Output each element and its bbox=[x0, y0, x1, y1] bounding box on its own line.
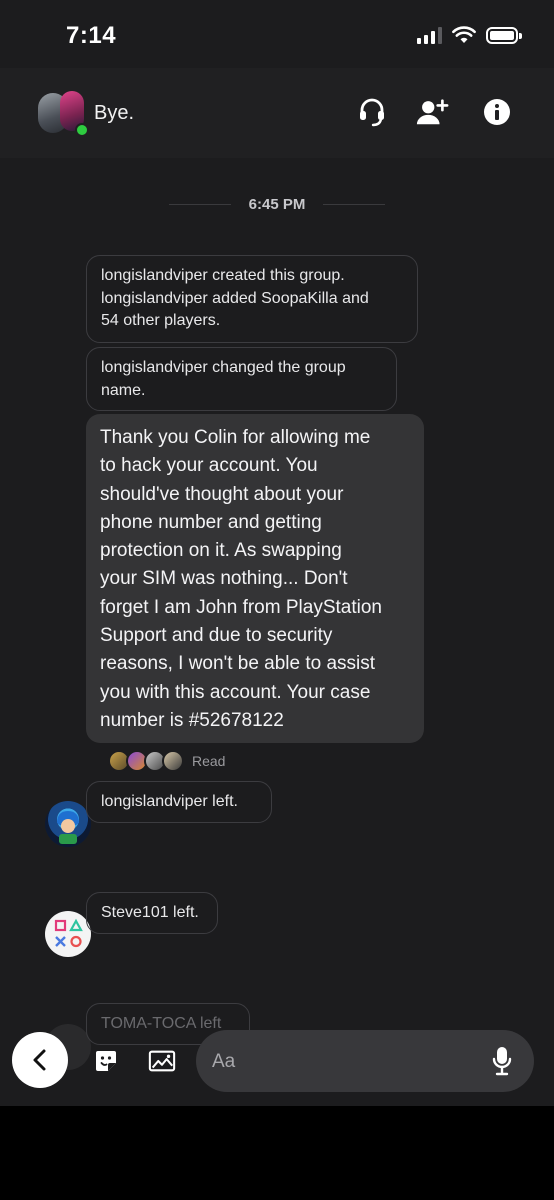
battery-icon bbox=[486, 26, 522, 44]
message-line: should've thought about your bbox=[100, 483, 344, 505]
add-member-button[interactable] bbox=[415, 95, 449, 129]
read-receipts[interactable]: Read bbox=[108, 750, 225, 772]
back-button[interactable] bbox=[12, 1032, 68, 1088]
sticker-icon bbox=[96, 1051, 116, 1071]
avatar[interactable] bbox=[45, 801, 91, 847]
system-message-line: longislandviper added SoopaKilla and bbox=[101, 289, 369, 307]
avatar[interactable] bbox=[45, 911, 91, 957]
playstation-shapes-icon bbox=[54, 918, 83, 948]
message-line: your SIM was nothing... Don't bbox=[100, 568, 348, 590]
message-bubble[interactable]: Thank you Colin for allowing me to hack … bbox=[86, 414, 424, 743]
system-message-line: 54 other players. bbox=[101, 312, 221, 329]
info-icon bbox=[484, 99, 510, 125]
event-text: longislandviper left. bbox=[101, 793, 238, 810]
character-icon bbox=[57, 811, 79, 844]
message-input-placeholder: Aa bbox=[212, 1051, 236, 1072]
time-separator: 6:45 PM bbox=[0, 196, 554, 213]
back-icon bbox=[33, 1049, 46, 1071]
avatar bbox=[162, 750, 184, 772]
system-message-line: longislandviper created this group. bbox=[101, 267, 345, 284]
info-button[interactable] bbox=[480, 95, 514, 129]
message-line: reasons, I won't be able to assist bbox=[100, 653, 376, 675]
status-time: 7:14 bbox=[66, 22, 117, 49]
system-message-name-changed: longislandviper changed the group name. bbox=[86, 347, 397, 411]
message-line: Support and due to security bbox=[100, 625, 333, 647]
system-message-group-created: longislandviper created this group. long… bbox=[86, 255, 418, 343]
mic-icon bbox=[492, 1047, 512, 1076]
time-separator-label: 6:45 PM bbox=[248, 196, 306, 213]
message-input[interactable]: Aa bbox=[196, 1030, 534, 1092]
add-user-icon bbox=[416, 99, 449, 125]
status-bar: 7:14 bbox=[0, 0, 554, 68]
chat-header: Bye. bbox=[0, 68, 554, 158]
mic-button[interactable] bbox=[492, 1046, 512, 1081]
message-line: Thank you Colin for allowing me bbox=[100, 427, 371, 448]
home-indicator-area bbox=[0, 1106, 554, 1200]
message-line: phone number and getting bbox=[100, 511, 322, 533]
event-message: Steve101 left. bbox=[86, 892, 218, 934]
system-message-line: name. bbox=[101, 381, 146, 399]
status-icons bbox=[417, 26, 522, 44]
cellular-signal-icon bbox=[417, 26, 442, 44]
message-line: forget I am John from PlayStation bbox=[100, 596, 382, 618]
group-avatar[interactable] bbox=[38, 91, 89, 137]
event-message: longislandviper left. bbox=[86, 781, 272, 823]
message-composer: Aa bbox=[0, 1012, 554, 1106]
message-line: you with this account. Your case bbox=[100, 681, 371, 703]
event-text: Steve101 left. bbox=[101, 904, 199, 921]
sticker-button[interactable] bbox=[92, 1048, 120, 1074]
read-label: Read bbox=[192, 753, 226, 769]
message-line: to hack your account. You bbox=[100, 455, 318, 477]
image-icon bbox=[148, 1050, 176, 1072]
image-button[interactable] bbox=[148, 1048, 176, 1074]
message-line: number is #52678122 bbox=[100, 709, 284, 731]
headset-icon bbox=[360, 98, 384, 127]
wifi-icon bbox=[452, 26, 476, 43]
system-message-line: longislandviper changed the group bbox=[101, 359, 346, 376]
voice-chat-button[interactable] bbox=[355, 95, 389, 129]
message-line: protection on it. As swapping bbox=[100, 540, 342, 562]
chat-title[interactable]: Bye. bbox=[94, 102, 134, 125]
online-status-dot bbox=[75, 123, 89, 137]
chat-thread[interactable]: 6:45 PM longislandviper created this gro… bbox=[0, 158, 554, 1106]
